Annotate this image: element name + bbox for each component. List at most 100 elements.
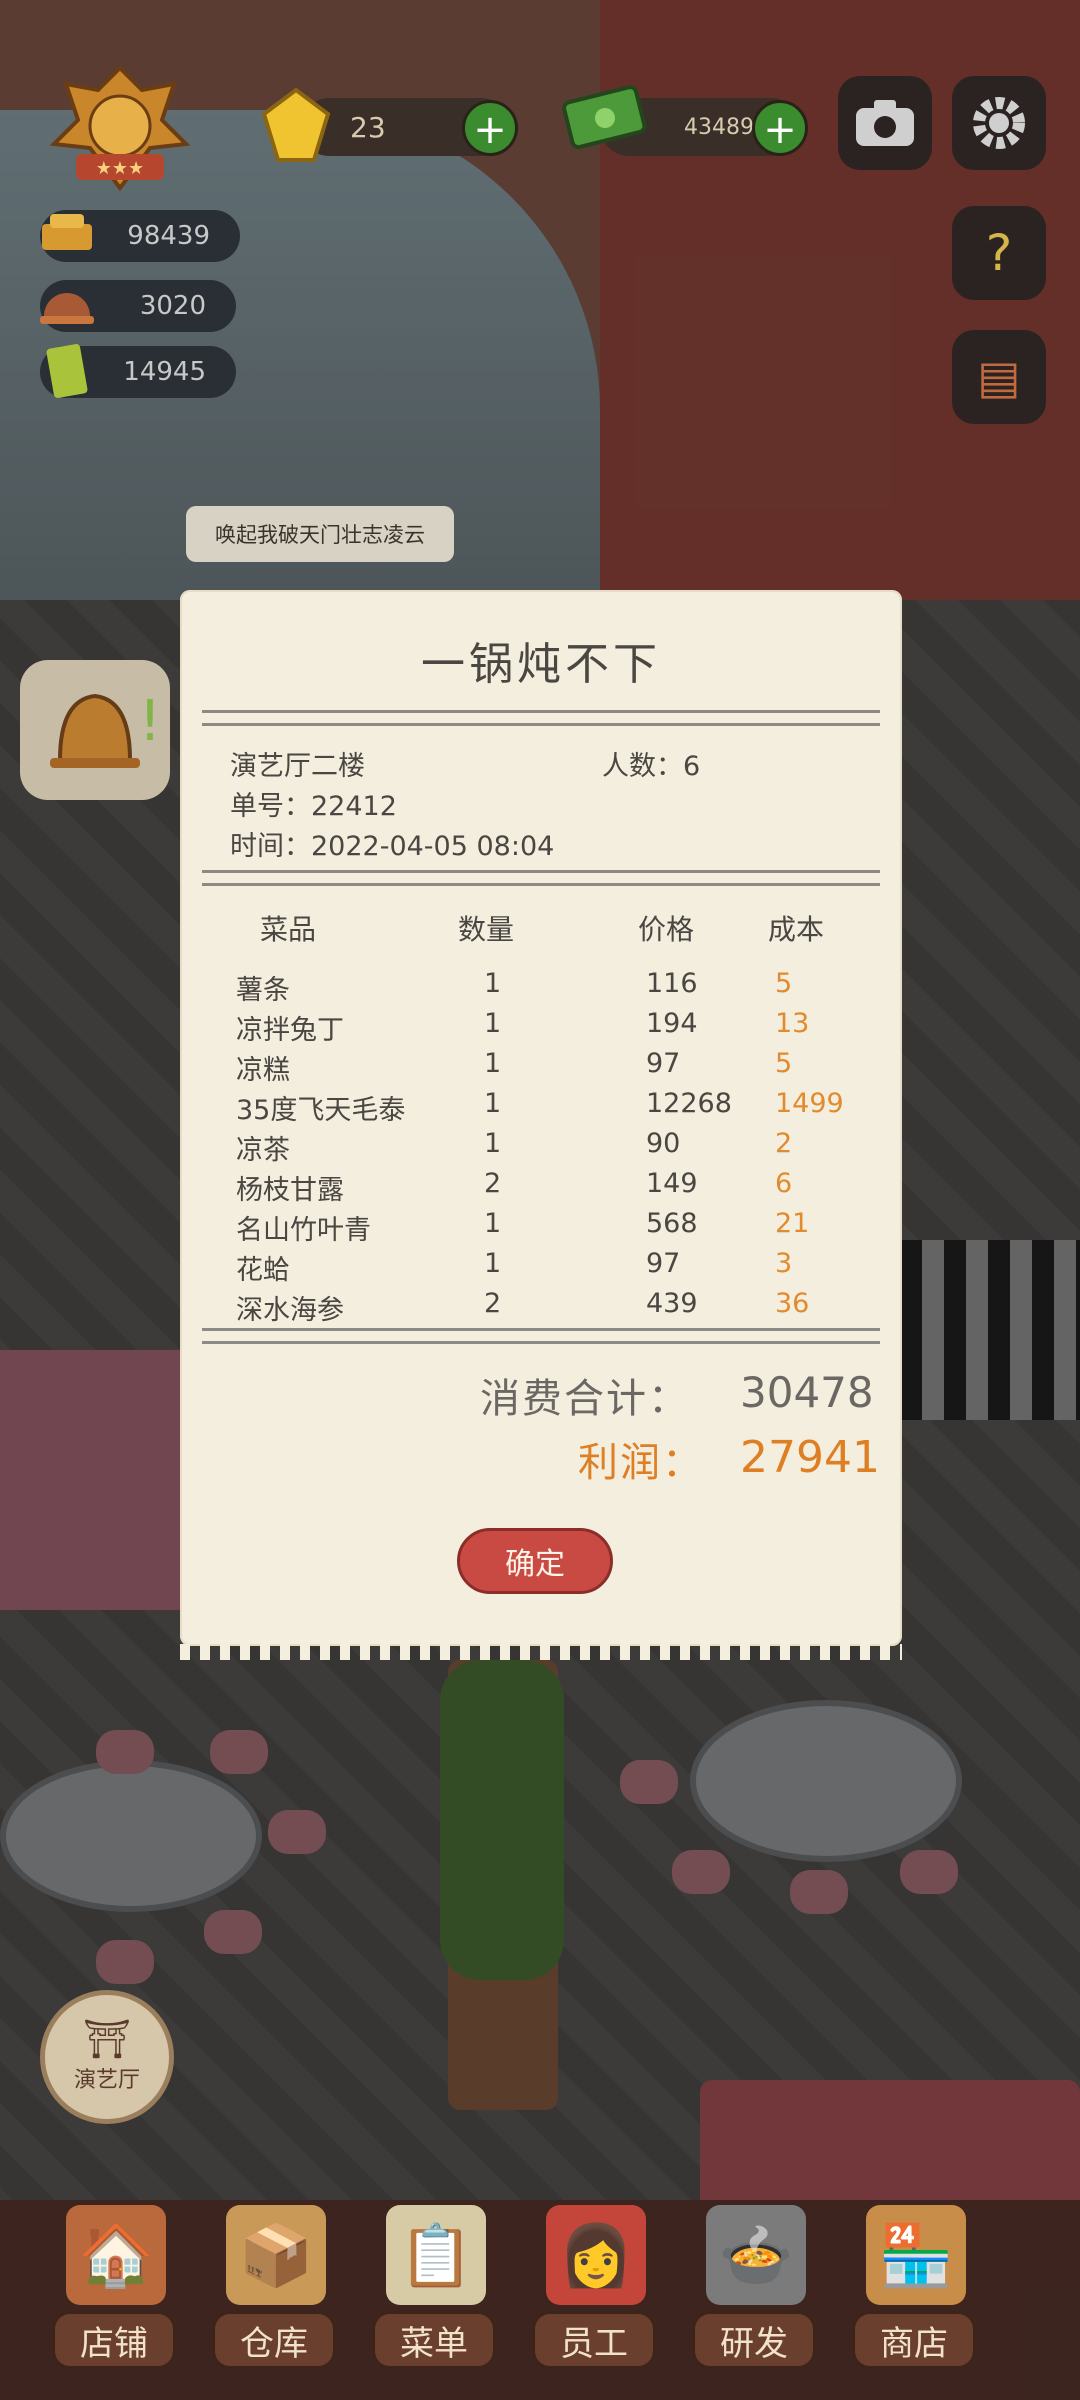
stat-tickets: 14945 <box>40 344 236 398</box>
settings-button[interactable] <box>952 76 1046 170</box>
item-qty: 1 <box>484 968 502 999</box>
header-cost: 成本 <box>768 913 825 946</box>
camera-button[interactable] <box>838 76 932 170</box>
item-name: 凉拌兔丁 <box>236 1015 344 1046</box>
staff-chef-icon: 👩 <box>546 2205 646 2305</box>
item-name: 凉茶 <box>236 1135 290 1166</box>
total-amount: 30478 <box>740 1368 874 1417</box>
item-qty: 2 <box>484 1168 502 1199</box>
item-price: 97 <box>646 1248 681 1279</box>
item-price: 97 <box>646 1048 681 1079</box>
nav-item-4[interactable]: 👩 员工 <box>524 2205 664 2385</box>
order-time-label: 时间： <box>230 831 311 862</box>
question-book-icon: ? <box>985 224 1013 282</box>
camera-icon <box>856 100 914 146</box>
receipt-item-row: 名山竹叶青 1 568 21 <box>180 1208 902 1248</box>
research-pot-icon: 🍲 <box>706 2205 806 2305</box>
stat-dishes: 3020 <box>40 280 236 332</box>
cloche-icon <box>36 274 98 336</box>
receipt-title: 一锅炖不下 <box>421 639 661 690</box>
gear-icon <box>973 97 1025 149</box>
notes-button[interactable]: ▤ <box>952 330 1046 424</box>
item-name: 深水海参 <box>236 1295 344 1326</box>
help-book-button[interactable]: ? <box>952 206 1046 300</box>
pavilion-icon: ⛩ <box>82 2017 132 2061</box>
svg-text:!: ! <box>139 689 161 754</box>
nav-label: 研发 <box>692 2311 816 2369</box>
confirm-button[interactable]: 确定 <box>457 1528 613 1594</box>
party-size: 人数：6 <box>602 744 700 783</box>
nav-item-1[interactable]: 🏠 店铺 <box>44 2205 184 2385</box>
venue-hall-button[interactable]: ⛩ 演艺厅 <box>40 1990 174 2124</box>
item-cost: 13 <box>775 1008 810 1039</box>
nav-item-6[interactable]: 🏪 商店 <box>844 2205 984 2385</box>
receipt-item-row: 凉拌兔丁 1 194 13 <box>180 1008 902 1048</box>
stat-reputation-value: 98439 <box>127 221 210 251</box>
header-price: 价格 <box>638 913 695 946</box>
restaurant-rank-badge[interactable]: ★★★ <box>46 64 194 192</box>
receipt-item-row: 花蛤 1 97 3 <box>180 1248 902 1288</box>
cash-stack-icon <box>562 85 647 150</box>
order-number-value: 22412 <box>311 791 397 822</box>
item-cost: 5 <box>775 968 793 999</box>
item-qty: 1 <box>484 1008 502 1039</box>
receipt-item-row: 凉糕 1 97 5 <box>180 1048 902 1088</box>
receipt-item-row: 凉茶 1 90 2 <box>180 1128 902 1168</box>
venue-name: 演艺厅二楼 <box>230 751 365 782</box>
nav-label: 菜单 <box>372 2311 496 2369</box>
order-time-value: 2022-04-05 08:04 <box>311 831 555 862</box>
stat-tickets-value: 14945 <box>123 357 206 387</box>
nav-label: 仓库 <box>212 2311 336 2369</box>
item-cost: 2 <box>775 1128 793 1159</box>
nav-item-5[interactable]: 🍲 研发 <box>684 2205 824 2385</box>
item-cost: 1499 <box>775 1088 844 1119</box>
item-price: 116 <box>646 968 698 999</box>
party-size-value: 6 <box>683 751 701 782</box>
item-qty: 2 <box>484 1288 502 1319</box>
order-time: 时间：2022-04-05 08:04 <box>230 824 554 863</box>
item-name: 名山竹叶青 <box>236 1215 371 1246</box>
notebook-icon: ▤ <box>977 350 1021 404</box>
item-qty: 1 <box>484 1248 502 1279</box>
item-qty: 1 <box>484 1048 502 1079</box>
shop-building-icon: 🏠 <box>66 2205 166 2305</box>
profit-label: 利润： <box>578 1440 704 1486</box>
item-name: 凉糕 <box>236 1055 290 1086</box>
item-cost: 6 <box>775 1168 793 1199</box>
item-name: 杨枝甘露 <box>236 1175 344 1206</box>
receipt-item-row: 深水海参 2 439 36 <box>180 1288 902 1328</box>
gem-count: 23 <box>350 110 386 144</box>
reputation-icon <box>36 204 98 266</box>
receipt-divider <box>202 1328 880 1344</box>
warehouse-box-icon: 📦 <box>226 2205 326 2305</box>
venue-hall-label: 演艺厅 <box>73 2068 140 2093</box>
menu-clipboard-icon: 📋 <box>386 2205 486 2305</box>
item-cost: 3 <box>775 1248 793 1279</box>
item-price: 149 <box>646 1168 698 1199</box>
stat-reputation: 98439 <box>40 210 240 262</box>
item-price: 439 <box>646 1288 698 1319</box>
order-number: 单号：22412 <box>230 784 397 823</box>
svg-text:★★★: ★★★ <box>96 158 144 179</box>
item-cost: 21 <box>775 1208 810 1239</box>
service-bell-button[interactable]: ! <box>20 660 170 800</box>
nav-label: 商店 <box>852 2311 976 2369</box>
add-cash-button[interactable]: + <box>752 100 808 156</box>
party-size-label: 人数： <box>602 751 683 782</box>
receipt-item-row: 杨枝甘露 2 149 6 <box>180 1168 902 1208</box>
item-qty: 1 <box>484 1128 502 1159</box>
yellow-gem-icon <box>261 87 331 162</box>
nav-label: 店铺 <box>52 2311 176 2369</box>
order-receipt-dialog: 一锅炖不下 演艺厅二楼 人数：6 单号：22412 时间：2022-04-05 … <box>180 590 902 1660</box>
item-cost: 5 <box>775 1048 793 1079</box>
item-name: 薯条 <box>236 975 290 1006</box>
item-name: 花蛤 <box>236 1255 290 1286</box>
receipt-divider <box>202 870 880 886</box>
header-qty: 数量 <box>458 913 515 946</box>
item-name: 35度飞天毛泰 <box>236 1095 406 1126</box>
bell-icon: ! <box>50 689 161 768</box>
nav-item-3[interactable]: 📋 菜单 <box>364 2205 504 2385</box>
add-gems-button[interactable]: + <box>462 100 518 156</box>
nav-item-2[interactable]: 📦 仓库 <box>204 2205 344 2385</box>
header-dish: 菜品 <box>260 913 317 946</box>
